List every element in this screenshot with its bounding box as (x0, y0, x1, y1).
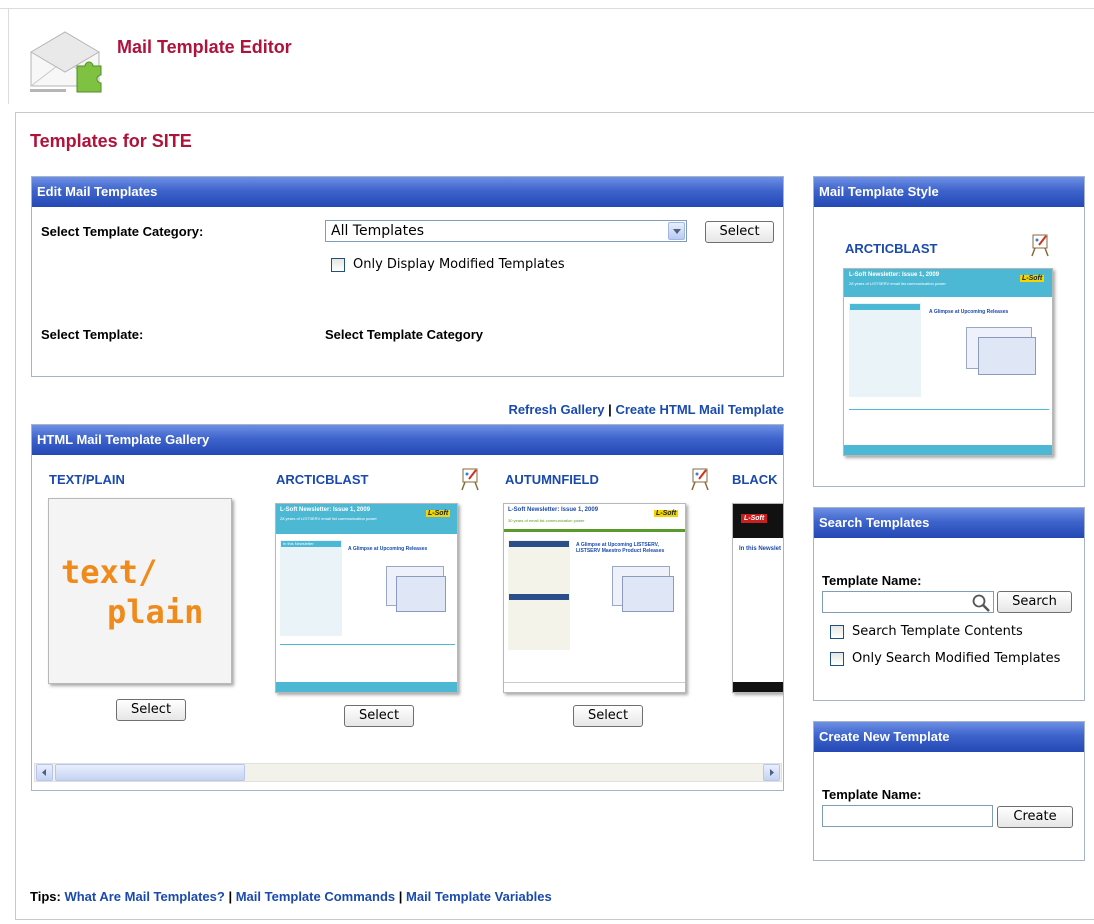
thumb-sidebar-heading: In this Newslet (739, 546, 782, 552)
template-value: Select Template Category (325, 327, 483, 342)
search-contents-checkbox[interactable] (830, 625, 844, 639)
tips-bar: Tips: What Are Mail Templates? | Mail Te… (30, 889, 552, 904)
thumb-footer (504, 682, 685, 692)
easel-edit-icon[interactable] (460, 467, 482, 491)
template-variables-link[interactable]: Mail Template Variables (406, 889, 552, 904)
link-separator: | (608, 402, 612, 417)
new-template-name-input[interactable] (822, 805, 993, 827)
thumb-article-heading: A Glimpse at Upcoming LISTSERV, LISTSERV… (576, 542, 665, 554)
gallery-item-name[interactable]: ARCTICBLAST (276, 472, 368, 487)
style-panel-title: Mail Template Style (814, 177, 1084, 207)
chevron-down-icon[interactable] (668, 222, 685, 240)
scroll-left-icon[interactable] (36, 764, 53, 781)
thumb-footer (844, 445, 1052, 455)
modified-only-checkbox[interactable] (331, 258, 345, 272)
search-modified-label: Only Search Modified Templates (852, 651, 1061, 666)
edit-templates-panel-title: Edit Mail Templates (32, 177, 783, 207)
search-panel-title: Search Templates (814, 508, 1084, 538)
thumb-newsletter-title: L-Soft Newsletter: Issue 1, 2009 (849, 272, 940, 278)
modified-only-label: Only Display Modified Templates (353, 257, 565, 272)
thumb-sidebar-heading: In this Newsletter (283, 541, 314, 546)
current-style-preview[interactable]: L-Soft Newsletter: Issue 1, 2009 28 year… (843, 268, 1053, 456)
scrollbar-thumb[interactable] (55, 764, 245, 781)
gallery-panel-title: HTML Mail Template Gallery (32, 425, 783, 455)
app-title: Mail Template Editor (117, 37, 292, 57)
search-modified-checkbox[interactable] (830, 652, 844, 666)
thumb-sidebar (849, 303, 921, 397)
thumb-footer (276, 682, 457, 692)
thumb-article-heading: A Glimpse at Upcoming Releases (348, 546, 428, 552)
search-name-label: Template Name: (822, 573, 922, 588)
refresh-gallery-link[interactable]: Refresh Gallery (508, 402, 604, 417)
select-template-button[interactable]: Select (344, 705, 414, 727)
gallery-item-name[interactable]: BLACK (732, 472, 778, 487)
gallery-item-name[interactable]: AUTUMNFIELD (505, 472, 599, 487)
thumb-subtitle: 28 years of LISTSERV email list communic… (280, 516, 377, 521)
mail-puzzle-logo-icon (30, 31, 102, 93)
thumb-article-heading: A Glimpse at Upcoming Releases (929, 309, 1009, 315)
magnifier-icon[interactable] (971, 593, 991, 612)
thumb-subtitle: 28 years of LISTSERV email list communic… (849, 281, 946, 286)
easel-edit-icon[interactable] (1030, 233, 1052, 257)
lsoft-logo: L-Soft (741, 514, 768, 523)
gallery-item-name[interactable]: TEXT/PLAIN (49, 472, 125, 487)
page-header: Mail Template Editor (8, 8, 1094, 104)
create-html-template-link[interactable]: Create HTML Mail Template (615, 402, 784, 417)
black-preview[interactable]: L-Soft In this Newslet (732, 503, 783, 693)
search-contents-label: Search Template Contents (852, 624, 1023, 639)
thumb-subtitle: 30 years of email list communication pow… (508, 518, 585, 523)
select-template-button[interactable]: Select (116, 699, 186, 721)
autumnfield-preview[interactable]: L-Soft Newsletter: Issue 1, 2009 30 year… (503, 503, 686, 693)
thumb-newsletter-title: L-Soft Newsletter: Issue 1, 2009 (508, 507, 599, 513)
select-template-button[interactable]: Select (573, 705, 643, 727)
tips-label: Tips: (30, 889, 61, 904)
create-button[interactable]: Create (997, 806, 1073, 828)
create-panel-title: Create New Template (814, 722, 1084, 752)
template-commands-link[interactable]: Mail Template Commands (236, 889, 395, 904)
arcticblast-preview[interactable]: L-Soft Newsletter: Issue 1, 2009 28 year… (275, 503, 458, 693)
gallery-links: Refresh Gallery | Create HTML Mail Templ… (508, 402, 784, 417)
category-label: Select Template Category: (41, 224, 204, 239)
search-button[interactable]: Search (997, 591, 1072, 613)
easel-edit-icon[interactable] (690, 467, 712, 491)
what-are-templates-link[interactable]: What Are Mail Templates? (64, 889, 224, 904)
category-select-value: All Templates (331, 223, 424, 239)
category-select[interactable]: All Templates (325, 220, 687, 242)
category-select-button[interactable]: Select (705, 221, 774, 243)
template-label: Select Template: (41, 327, 144, 342)
page-title: Templates for SITE (30, 131, 192, 151)
current-style-name[interactable]: ARCTICBLAST (845, 241, 937, 256)
edit-templates-panel: Edit Mail Templates (31, 176, 784, 377)
lsoft-logo: L-Soft (654, 510, 679, 517)
tips-separator: | (228, 889, 233, 904)
thumb-newsletter-title: L-Soft Newsletter: Issue 1, 2009 (280, 507, 371, 513)
textplain-preview-text: plain (107, 593, 204, 631)
gallery-scrollbar[interactable] (34, 763, 782, 782)
thumb-sidebar (280, 540, 342, 636)
lsoft-logo: L-Soft (426, 510, 451, 517)
textplain-preview-text: text/ (61, 553, 158, 591)
lsoft-logo: L-Soft (1020, 275, 1045, 282)
create-name-label: Template Name: (822, 787, 922, 802)
gallery-viewport: TEXT/PLAIN text/ plain ARCTICBLAST L-Sof… (32, 455, 783, 760)
search-input[interactable] (822, 591, 994, 613)
thumb-footer (733, 682, 783, 692)
textplain-preview[interactable]: text/ plain (48, 498, 232, 684)
scroll-right-icon[interactable] (763, 764, 780, 781)
tips-separator: | (398, 889, 403, 904)
